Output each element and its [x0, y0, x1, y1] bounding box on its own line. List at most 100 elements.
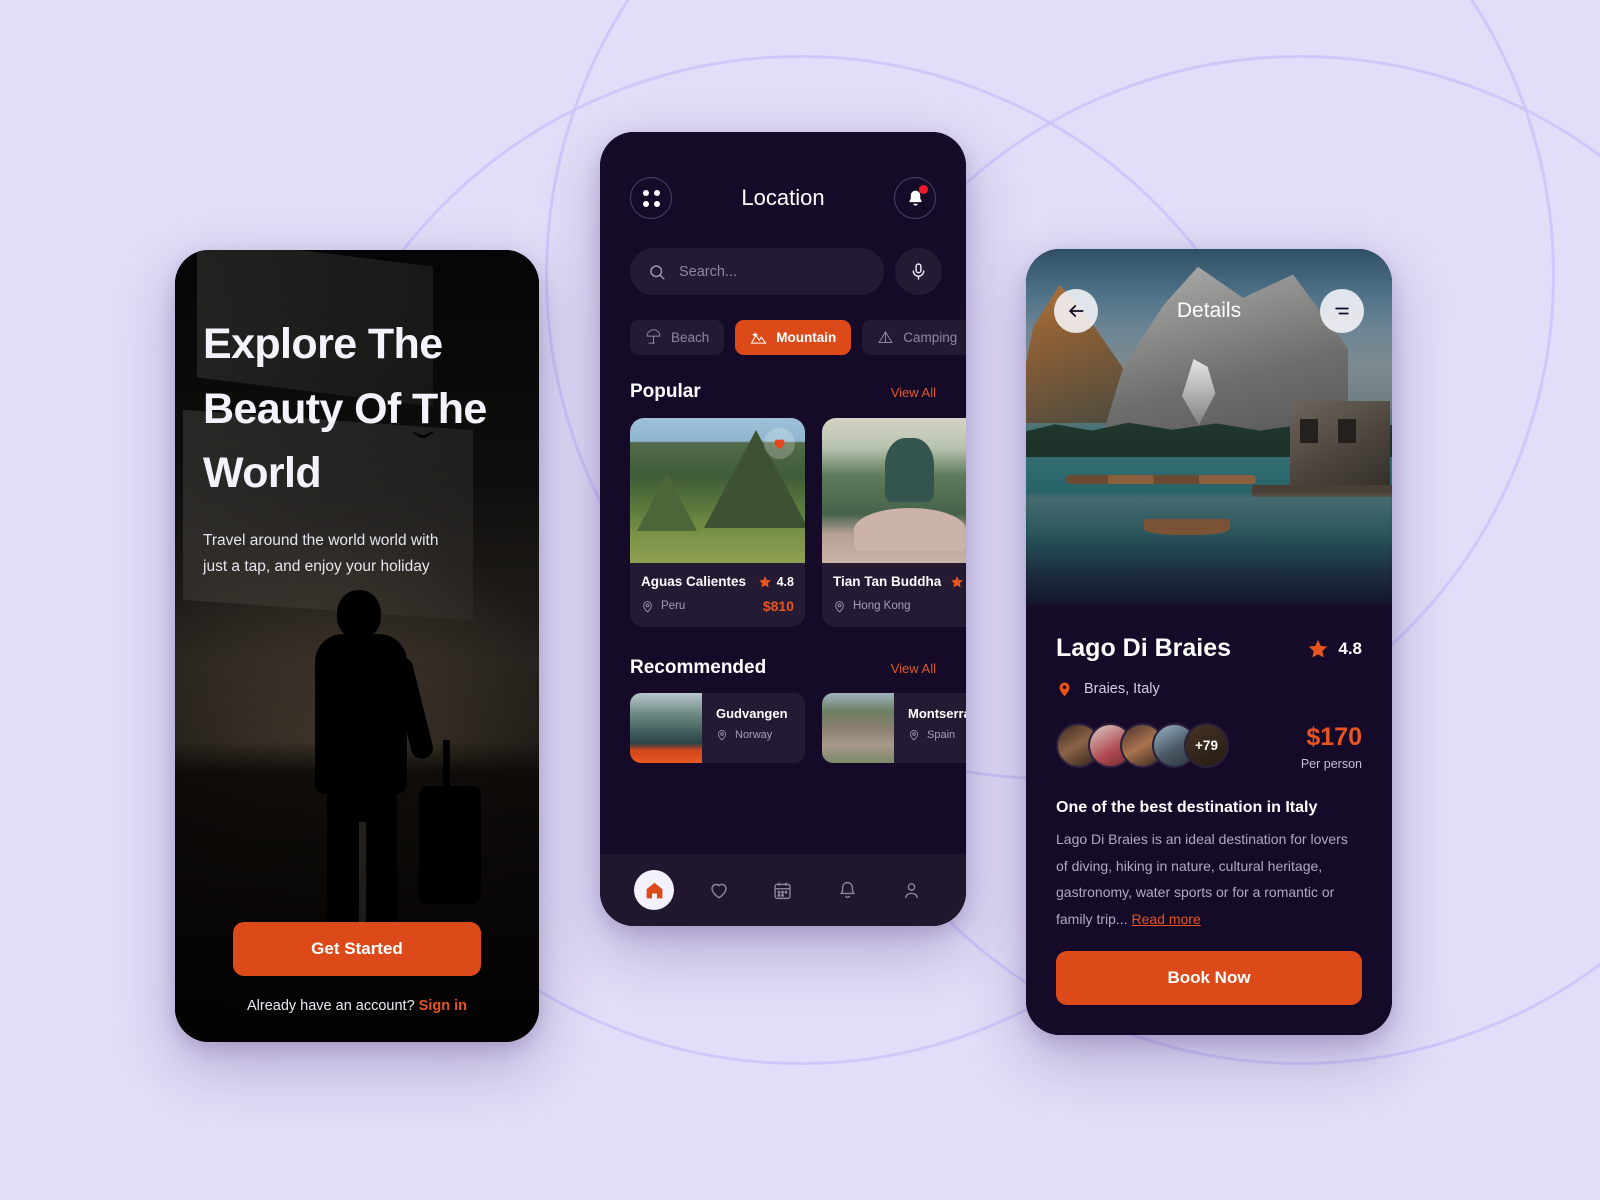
sign-in-link[interactable]: Sign in [419, 998, 467, 1014]
recommended-card-image [630, 693, 702, 763]
destination-rating: 4.8 [1307, 638, 1362, 660]
search-row [600, 219, 966, 295]
recommended-section-header: Recommended View All [600, 627, 966, 679]
recommended-card[interactable]: Montserrat Spain [822, 693, 966, 763]
recommended-card-location: Spain [908, 729, 966, 741]
star-icon [758, 575, 771, 587]
chip-beach[interactable]: Beach [630, 320, 725, 355]
signin-prompt: Already have an account? Sign in [233, 998, 481, 1014]
calendar-icon [774, 882, 792, 899]
popular-card[interactable]: Tian Tan Buddha 4.8 [822, 418, 966, 627]
chip-label: Mountain [776, 330, 837, 345]
mountain-icon [750, 332, 767, 344]
popular-title: Popular [630, 381, 701, 402]
tab-calendar[interactable] [763, 870, 803, 910]
description-text: Lago Di Braies is an ideal destination f… [1056, 826, 1362, 932]
details-menu-button[interactable] [1320, 289, 1364, 333]
book-now-button[interactable]: Book Now [1056, 951, 1362, 1005]
price-note: Per person [1300, 757, 1362, 771]
country-label: Hong Kong [853, 600, 911, 612]
country-label: Peru [661, 600, 686, 612]
back-button[interactable] [1054, 289, 1098, 333]
filter-menu-icon [1335, 307, 1349, 315]
chip-mountain[interactable]: Mountain [735, 320, 852, 355]
bottom-tab-bar [600, 854, 966, 926]
search-input[interactable] [679, 263, 866, 280]
popular-card-price: $810 [762, 598, 794, 614]
recommended-card[interactable]: Gudvangen Norway [630, 693, 805, 763]
chip-camping[interactable]: Camping [862, 320, 966, 355]
star-icon [950, 575, 963, 587]
popular-card[interactable]: Aguas Calientes 4.8 Peru $810 [630, 418, 805, 627]
recommended-title: Recommended [630, 657, 767, 678]
details-hero-image: Details [1026, 249, 1392, 606]
chip-label: Camping [903, 330, 958, 345]
popular-card-rating: 4.8 [758, 575, 794, 589]
rating-value: 4.8 [776, 574, 794, 589]
search-icon [650, 264, 665, 279]
description-body: Lago Di Braies is an ideal destination f… [1056, 831, 1348, 927]
popular-card-name: Tian Tan Buddha [833, 574, 942, 589]
read-more-link[interactable]: Read more [1131, 911, 1200, 927]
location-pin-icon [910, 730, 918, 741]
country-label: Spain [927, 729, 956, 741]
recommended-card-location: Norway [716, 729, 788, 741]
avatar-overflow: +79 [1184, 723, 1229, 768]
recommended-card-name: Gudvangen [716, 706, 788, 721]
heart-icon [710, 883, 727, 899]
recommended-view-all[interactable]: View All [891, 661, 936, 676]
onboarding-screen: Explore The Beauty Of The World Travel a… [175, 250, 539, 1042]
location-pin-icon [835, 600, 844, 612]
chip-label: Beach [671, 330, 710, 345]
user-icon [905, 882, 919, 898]
popular-card-location: Hong Kong [833, 600, 911, 613]
favorite-button[interactable] [764, 428, 795, 459]
price-value: $170 [1306, 723, 1362, 751]
price-block: $170 Per person [1301, 723, 1362, 771]
star-icon [1309, 639, 1328, 657]
popular-view-all[interactable]: View All [891, 385, 936, 400]
popular-card-list: Aguas Calientes 4.8 Peru $810 Tian Tan B… [600, 403, 966, 627]
heart-icon [774, 439, 785, 450]
beach-umbrella-icon [646, 329, 661, 344]
details-title: Details [1176, 299, 1242, 322]
onboarding-subtitle: Travel around the world world with just … [203, 531, 439, 576]
notification-badge [919, 185, 928, 194]
location-pin-icon [718, 730, 726, 741]
location-pin-icon [1059, 682, 1070, 697]
search-box[interactable] [630, 248, 884, 295]
destination-name: Lago Di Braies [1056, 634, 1232, 662]
rating-value: 4.8 [1338, 638, 1362, 658]
notifications-button[interactable] [894, 177, 936, 219]
location-label: Braies, Italy [1084, 681, 1160, 697]
location-pin-icon [643, 600, 652, 612]
get-started-button[interactable]: Get Started [233, 922, 481, 976]
recommended-card-name: Montserrat [908, 706, 966, 721]
grid-menu-button[interactable] [630, 177, 672, 219]
recommended-card-list: Gudvangen Norway Montserrat [600, 679, 966, 763]
tab-notifications[interactable] [827, 870, 867, 910]
category-chips: Beach Mountain Camping [600, 295, 966, 355]
popular-card-name: Aguas Calientes [641, 574, 747, 589]
recommended-card-image [822, 693, 894, 763]
account-prompt-text: Already have an account? [246, 998, 415, 1014]
destination-location: Braies, Italy [1056, 679, 1362, 699]
tent-icon [878, 330, 894, 343]
tab-profile[interactable] [892, 870, 932, 910]
grid-dots-icon [642, 189, 660, 207]
details-topbar: Details [1026, 289, 1392, 333]
popular-section-header: Popular View All [600, 355, 966, 403]
arrow-left-icon [1069, 305, 1084, 317]
traveller-avatars[interactable]: +79 [1056, 723, 1229, 768]
tab-favorites[interactable] [699, 870, 739, 910]
microphone-icon [912, 263, 925, 280]
bell-icon [839, 881, 855, 898]
page-title: Location [741, 185, 825, 210]
tab-home[interactable] [634, 870, 675, 910]
voice-search-button[interactable] [895, 248, 942, 295]
location-header: Location [600, 132, 966, 219]
details-screen: Details Lago Di Braies 4.8 Braies, Italy… [1026, 249, 1392, 1035]
description-heading: One of the best destination in Italy [1056, 799, 1318, 816]
popular-card-rating: 4.8 [950, 575, 966, 589]
avatar-overflow-count: +79 [1186, 725, 1227, 766]
